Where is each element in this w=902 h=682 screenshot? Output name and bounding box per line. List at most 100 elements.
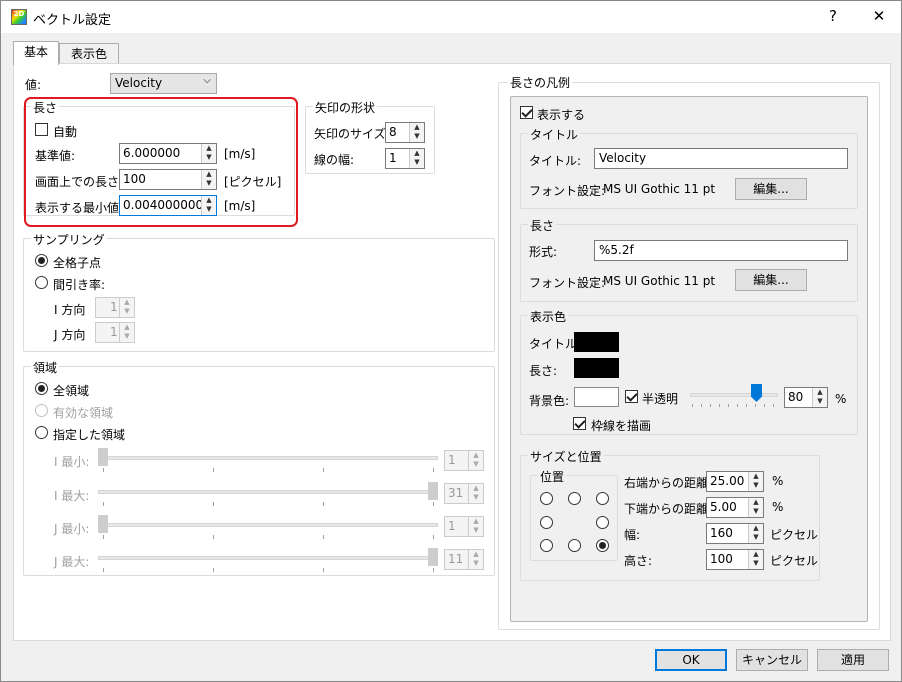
- spin-arrows-icon[interactable]: ▲ ▼: [409, 123, 424, 142]
- spin-arrows-icon[interactable]: ▲ ▼: [748, 524, 763, 543]
- region-valid-radio[interactable]: [35, 404, 48, 417]
- help-button[interactable]: ?: [821, 7, 845, 25]
- arrow-shape-title: 矢印の形状: [313, 99, 378, 116]
- window-title: ベクトル設定: [33, 13, 112, 28]
- slider-tick: [323, 568, 324, 572]
- imin-slider-thumb[interactable]: [98, 448, 108, 466]
- opacity-spinner[interactable]: 80 ▲ ▼: [784, 387, 828, 408]
- slider-tick: [103, 502, 104, 506]
- slider-tick: [692, 404, 693, 407]
- opacity-slider[interactable]: [690, 393, 778, 397]
- pos-middle-right-radio[interactable]: [596, 516, 609, 529]
- bottom-distance-value: 5.00: [710, 500, 737, 514]
- sampling-all-label: 全格子点: [53, 256, 102, 270]
- apply-button[interactable]: 適用: [817, 649, 889, 671]
- spin-arrows-icon[interactable]: ▲ ▼: [468, 484, 483, 503]
- app-icon: 2D: [11, 9, 27, 25]
- cancel-button[interactable]: キャンセル: [736, 649, 808, 671]
- spin-arrows-icon[interactable]: ▲ ▼: [468, 550, 483, 569]
- dialog-window: 2D ベクトル設定 ? ✕ 基本 表示色 値: Velocity ⌵ 長さ 自動…: [0, 0, 902, 682]
- slider-tick: [103, 535, 104, 539]
- spin-arrows-icon[interactable]: ▲ ▼: [119, 323, 134, 342]
- imin-value: 1: [448, 453, 456, 467]
- slider-tick: [433, 568, 434, 572]
- legend-show-checkbox[interactable]: [520, 106, 533, 119]
- pos-top-right-radio[interactable]: [596, 492, 609, 505]
- sampling-all-radio[interactable]: [35, 254, 48, 267]
- region-specified-radio[interactable]: [35, 426, 48, 439]
- jmax-spinner[interactable]: 11 ▲ ▼: [444, 549, 484, 570]
- imin-spinner[interactable]: 1 ▲ ▼: [444, 450, 484, 471]
- legend-format-input[interactable]: %5.2f: [594, 240, 848, 261]
- jmin-spinner[interactable]: 1 ▲ ▼: [444, 516, 484, 537]
- slider-tick: [433, 535, 434, 539]
- region-title: 領域: [31, 359, 60, 376]
- spin-arrows-icon[interactable]: ▲ ▼: [119, 298, 134, 317]
- imax-spinner[interactable]: 31 ▲ ▼: [444, 483, 484, 504]
- bottom-distance-label: 下端からの距離: [624, 502, 709, 516]
- bg-color-swatch[interactable]: [574, 387, 619, 407]
- slider-tick: [433, 468, 434, 472]
- spin-arrows-icon[interactable]: ▲ ▼: [748, 550, 763, 569]
- jmax-label: J 最大:: [54, 555, 90, 569]
- jmax-slider-thumb[interactable]: [428, 548, 438, 566]
- pos-bottom-left-radio[interactable]: [540, 539, 553, 552]
- bottom-distance-spinner[interactable]: 5.00 ▲ ▼: [706, 497, 764, 518]
- pos-bottom-center-radio[interactable]: [568, 539, 581, 552]
- region-valid-label: 有効な領域: [53, 406, 114, 420]
- slider-tick: [737, 404, 738, 407]
- value-select-text: Velocity: [115, 76, 163, 90]
- jmax-slider[interactable]: [98, 556, 438, 560]
- spin-arrows-icon[interactable]: ▲ ▼: [748, 472, 763, 491]
- slider-tick: [103, 568, 104, 572]
- imin-slider[interactable]: [98, 456, 438, 460]
- legend-color-group-title: 表示色: [528, 308, 569, 325]
- semi-transparent-checkbox[interactable]: [625, 390, 638, 403]
- j-direction-label: J 方向: [54, 328, 86, 342]
- height-spinner[interactable]: 100 ▲ ▼: [706, 549, 764, 570]
- slider-tick: [323, 502, 324, 506]
- legend-color-group: [520, 315, 858, 435]
- region-all-radio[interactable]: [35, 382, 48, 395]
- pos-middle-left-radio[interactable]: [540, 516, 553, 529]
- legend-length-group-title: 長さ: [528, 217, 557, 234]
- pos-top-left-radio[interactable]: [540, 492, 553, 505]
- sampling-thin-radio[interactable]: [35, 276, 48, 289]
- imax-slider-thumb[interactable]: [428, 482, 438, 500]
- spin-arrows-icon[interactable]: ▲ ▼: [409, 149, 424, 168]
- spin-arrows-icon[interactable]: ▲ ▼: [468, 451, 483, 470]
- close-icon[interactable]: ✕: [867, 7, 891, 25]
- arrow-size-spinner[interactable]: 8 ▲ ▼: [385, 122, 425, 143]
- pos-top-center-radio[interactable]: [568, 492, 581, 505]
- slider-tick: [323, 535, 324, 539]
- jmin-slider-thumb[interactable]: [98, 515, 108, 533]
- line-width-spinner[interactable]: 1 ▲ ▼: [385, 148, 425, 169]
- draw-border-checkbox[interactable]: [573, 417, 586, 430]
- jmin-slider[interactable]: [98, 523, 438, 527]
- i-direction-spinner[interactable]: 1 ▲ ▼: [95, 297, 135, 318]
- width-spinner[interactable]: 160 ▲ ▼: [706, 523, 764, 544]
- sampling-title: サンプリング: [31, 231, 107, 248]
- right-distance-value: 25.00: [710, 474, 745, 488]
- i-direction-label: I 方向: [54, 303, 86, 317]
- legend-title-input[interactable]: Velocity: [594, 148, 848, 169]
- length-color-swatch[interactable]: [574, 358, 619, 378]
- spin-arrows-icon[interactable]: ▲ ▼: [812, 388, 827, 407]
- legend-font-value: MS UI Gothic 11 pt: [603, 182, 716, 196]
- legend-length-edit-button[interactable]: 編集...: [735, 269, 807, 291]
- ok-button[interactable]: OK: [655, 649, 727, 671]
- title-color-swatch[interactable]: [574, 332, 619, 352]
- value-select[interactable]: Velocity ⌵: [110, 73, 217, 94]
- spin-arrows-icon[interactable]: ▲ ▼: [748, 498, 763, 517]
- imax-slider[interactable]: [98, 490, 438, 494]
- right-distance-spinner[interactable]: 25.00 ▲ ▼: [706, 471, 764, 492]
- j-direction-spinner[interactable]: 1 ▲ ▼: [95, 322, 135, 343]
- tab-basic[interactable]: 基本: [13, 41, 59, 65]
- i-direction-value: 1: [110, 300, 118, 314]
- pos-bottom-right-radio[interactable]: [596, 539, 609, 552]
- tab-display-color[interactable]: 表示色: [59, 43, 119, 65]
- legend-title-edit-button[interactable]: 編集...: [735, 178, 807, 200]
- size-position-title: サイズと位置: [528, 448, 604, 465]
- spin-arrows-icon[interactable]: ▲ ▼: [468, 517, 483, 536]
- semi-transparent-label: 半透明: [642, 392, 679, 406]
